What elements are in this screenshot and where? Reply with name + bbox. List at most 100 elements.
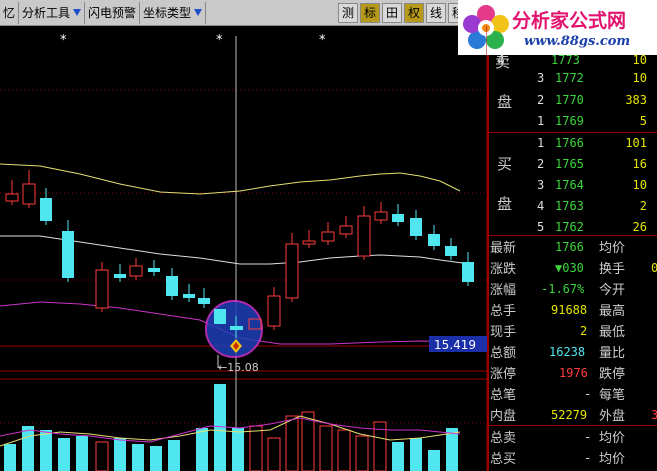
stat-value: 2 [580,323,588,338]
volume-bar [114,438,126,471]
volume-bar [337,429,351,471]
volume-bar [196,428,208,471]
toolbar-item-label: 坐标类型 [143,6,192,20]
sell-row: 3 1772 10 [489,67,657,88]
level: 2 [537,157,545,171]
volume-bar [132,444,144,471]
stat-label: 总卖 [490,431,517,446]
stat-label: 每笔 [599,388,626,403]
dropdown-arrow-icon [194,9,203,16]
grid-button[interactable]: 田 [382,2,402,23]
stat-label: 最高 [599,304,626,319]
stat-value: 91688 [551,302,588,317]
price: 1762 [555,220,584,234]
candle-body [40,198,52,221]
buy-row: 5 1762 26 [489,216,657,237]
low-price-label: ←15.08 [218,361,259,374]
stat-label: 现手 [490,325,517,340]
buy-row: 1 1766 101 [489,132,657,153]
stat-row: 现手 2 最低 [489,320,657,341]
candle-body [321,231,335,242]
stat-value: 16238 [549,344,586,359]
volume-bar [214,384,226,471]
candle-body [22,183,36,205]
stat-row: 涨跌 ▼030 换手 0 [489,257,657,278]
volume: 383 [625,93,647,107]
volume-bar [285,415,299,471]
volume: 10 [632,53,647,67]
volume-bar [355,435,369,471]
lightning-alert-button[interactable]: 闪电预警 [85,1,141,24]
stat-value: - [584,429,592,444]
mark-button[interactable]: 标 [360,2,380,23]
stat-label: 最低 [599,325,626,340]
quote-panel: 4 1773 10 卖 3 1772 10 盘 2 1770 383 1 1769 5 买 盘 … [487,53,657,471]
candle-body [339,225,353,235]
stat-value: 1766 [555,239,584,254]
volume-bar [76,436,88,471]
volume-bar [249,425,263,471]
line-button[interactable]: 线 [426,2,446,23]
candle-body [5,193,19,202]
volume: 10 [632,178,647,192]
candle-body [114,274,126,278]
volume-bar [232,428,244,471]
level: 1 [537,114,545,128]
volume-bar [267,437,281,471]
stat-label: 最新 [490,241,517,256]
price: 1770 [555,93,584,107]
stat-label: 均价 [599,241,626,256]
volume: 101 [625,136,647,150]
stat-label: 涨停 [490,367,517,382]
candle-body [148,268,160,272]
candle-body [166,276,178,296]
stat-value: - [584,450,592,465]
stat-label: 内盘 [490,409,517,424]
volume-bar [168,440,180,471]
price: 1765 [555,157,584,171]
sell-row: 2 1770 383 [489,89,657,110]
stat-value: 0 [651,260,657,275]
candle-body [95,269,109,309]
price: 1764 [555,178,584,192]
stat-value: - [584,386,592,401]
stock-chart[interactable]: * * * ←15.08 15.419 [0,26,487,471]
price: 1769 [555,114,584,128]
volume-bar [392,442,404,471]
price: 1772 [555,71,584,85]
candle-body [267,295,281,327]
dropdown-arrow-icon [73,9,82,16]
candle-body [392,214,404,222]
candle-body [374,211,388,221]
logo-url: www.88gs.com [524,34,631,49]
rights-button[interactable]: 权 [404,2,424,23]
stat-label: 涨幅 [490,283,517,298]
volume-bar [22,426,34,471]
stat-label: 涨跌 [490,262,517,277]
level: 5 [537,220,545,234]
level: 2 [537,93,545,107]
stat-label: 总买 [490,452,517,467]
stat-row: 总卖 - 均价 [489,426,657,447]
price: 1773 [551,53,580,67]
buy-row: 4 1763 2 [489,195,657,216]
candle-body [62,231,74,278]
candle-body [302,240,316,245]
stat-row: 总手 91688 最高 [489,299,657,320]
candle-body [183,294,195,298]
toolbar-item-memory[interactable]: 忆 [0,1,20,24]
volume-bar [319,425,333,471]
marker-star: * [216,33,223,48]
coordinate-type-menu[interactable]: 坐标类型 [140,1,207,24]
stat-label: 均价 [599,431,626,446]
volume-bar [4,444,16,471]
analysis-tools-menu[interactable]: 分析工具 [19,1,86,24]
stat-label: 总额 [490,346,517,361]
volume: 26 [632,220,647,234]
measure-button[interactable]: 测 [338,2,358,23]
volume-bar [150,446,162,471]
stat-row: 总笔 - 每笔 [489,383,657,404]
level: 1 [537,136,545,150]
stat-label: 外盘 [599,409,626,424]
stat-row: 涨幅 -1.67% 今开 [489,278,657,299]
